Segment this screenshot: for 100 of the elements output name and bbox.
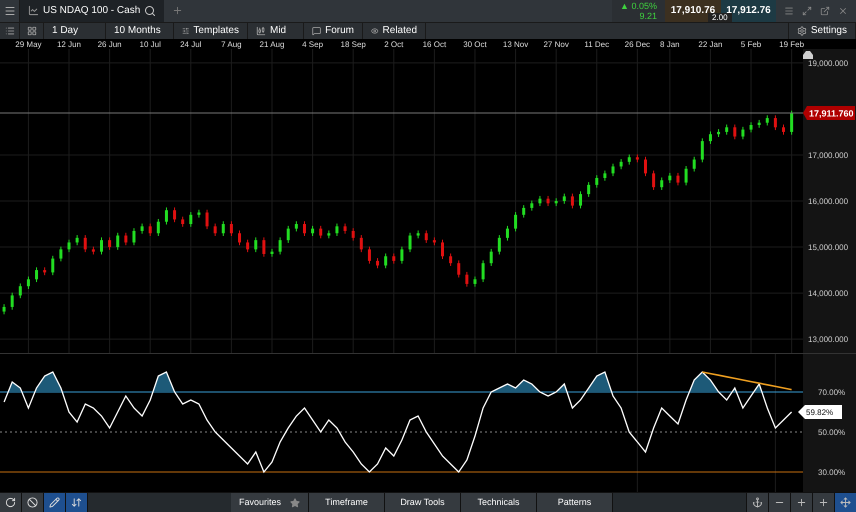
date-axis-label: 5 Feb (740, 40, 762, 49)
layout-grid-icon[interactable] (26, 26, 36, 36)
change-points: 9.21 (639, 10, 657, 21)
candlestick (441, 238, 444, 260)
candlestick (620, 158, 623, 170)
candlestick (116, 232, 120, 250)
maximize-icon[interactable] (802, 6, 812, 16)
date-axis-label: 16 Oct (422, 40, 446, 49)
date-axis-label: 24 Jul (180, 40, 202, 49)
candlestick (676, 172, 680, 186)
candlestick (344, 222, 347, 234)
zoom-tool-button[interactable] (746, 493, 768, 512)
candlestick (124, 232, 128, 246)
add-tab-icon[interactable] (172, 5, 184, 16)
date-axis-label: 4 Sep (302, 40, 324, 49)
date-axis-label: 2 Oct (384, 40, 404, 49)
rsi-axis-label: 50.00% (818, 428, 846, 437)
candlestick (368, 246, 371, 264)
price-axis-label: 15,000.000 (808, 242, 848, 252)
candlestick (490, 248, 493, 266)
candlestick (522, 204, 526, 218)
candlestick (302, 220, 306, 236)
candlestick (595, 174, 598, 188)
candlestick (692, 156, 696, 172)
candlestick (311, 225, 314, 236)
candlestick (230, 220, 233, 236)
date-axis-label: 11 Dec (584, 40, 610, 49)
pencil-icon (49, 497, 60, 508)
candlestick (546, 195, 550, 206)
candlestick (684, 165, 688, 186)
date-axis-label: 8 Jan (660, 40, 680, 49)
candlestick (514, 211, 518, 232)
candlestick (725, 124, 728, 135)
candlestick (206, 208, 209, 230)
candlestick (530, 200, 534, 211)
candlestick (140, 222, 144, 234)
settings-button[interactable]: Settings (788, 22, 856, 39)
close-icon[interactable] (838, 6, 848, 16)
candlestick (222, 220, 225, 236)
date-axis-label: 26 Jun (98, 40, 122, 49)
candlestick (181, 216, 184, 227)
candlestick (465, 271, 468, 287)
date-axis-label: 10 Jul (140, 40, 161, 49)
candlestick (603, 170, 606, 181)
date-axis-label: 26 Dec (624, 40, 650, 49)
trend-line[interactable] (702, 370, 792, 390)
candlestick (652, 170, 656, 190)
candlestick (262, 236, 266, 257)
speech-bubble-icon (312, 26, 322, 36)
candlestick (68, 238, 71, 252)
candlestick-icon (256, 26, 266, 36)
instrument-tab[interactable]: US NDAQ 100 - Cash (20, 0, 164, 22)
pop-out-icon[interactable] (820, 6, 830, 16)
candlestick (612, 162, 615, 176)
candlestick (189, 211, 192, 227)
candlestick (570, 192, 574, 208)
candlestick (214, 222, 217, 236)
price-axis-label: 17,000.000 (808, 150, 848, 160)
eye-icon (371, 26, 379, 36)
candlestick (774, 114, 777, 130)
candlestick (644, 156, 647, 176)
scroll-handle-icon[interactable] (803, 50, 813, 59)
tool-button[interactable] (0, 493, 22, 512)
candlestick (482, 260, 485, 282)
tool-button[interactable] (66, 493, 88, 512)
candlestick (18, 282, 22, 298)
tool-button[interactable] (22, 493, 44, 512)
sliders-icon (182, 26, 190, 36)
zoom-tool-button[interactable] (812, 493, 834, 512)
candlestick (148, 222, 152, 236)
candlestick (392, 252, 396, 264)
spread-badge: 2.00 (708, 13, 732, 22)
search-icon[interactable] (144, 4, 156, 17)
candlestick (400, 246, 404, 264)
zoom-tool-button[interactable] (790, 493, 812, 512)
zoom-in-icon (796, 497, 807, 508)
menu-icon (4, 4, 16, 17)
candlestick (278, 236, 282, 255)
date-axis-label: 22 Jan (698, 40, 722, 49)
price-axis-label: 16,000.000 (808, 196, 848, 206)
candlestick (246, 238, 250, 252)
date-axis-label: 12 Jun (57, 40, 82, 49)
candlestick (668, 172, 672, 184)
tool-button[interactable] (44, 493, 66, 512)
candlestick (173, 206, 176, 222)
candlestick (424, 230, 428, 244)
chart-line-icon (28, 5, 39, 16)
rsi-axis-label: 70.00% (818, 388, 846, 397)
candlestick (164, 206, 168, 225)
candlestick (473, 276, 476, 287)
candlestick (538, 195, 542, 206)
drag-handle-icon[interactable] (784, 6, 794, 16)
star-icon[interactable] (290, 498, 300, 508)
refresh-icon (5, 497, 16, 508)
zoom-tool-button[interactable] (834, 493, 856, 512)
candlestick (319, 225, 322, 238)
candlestick (360, 234, 363, 252)
candlestick (384, 252, 388, 268)
date-axis-label: 18 Sep (340, 40, 366, 49)
candlestick (26, 276, 30, 290)
